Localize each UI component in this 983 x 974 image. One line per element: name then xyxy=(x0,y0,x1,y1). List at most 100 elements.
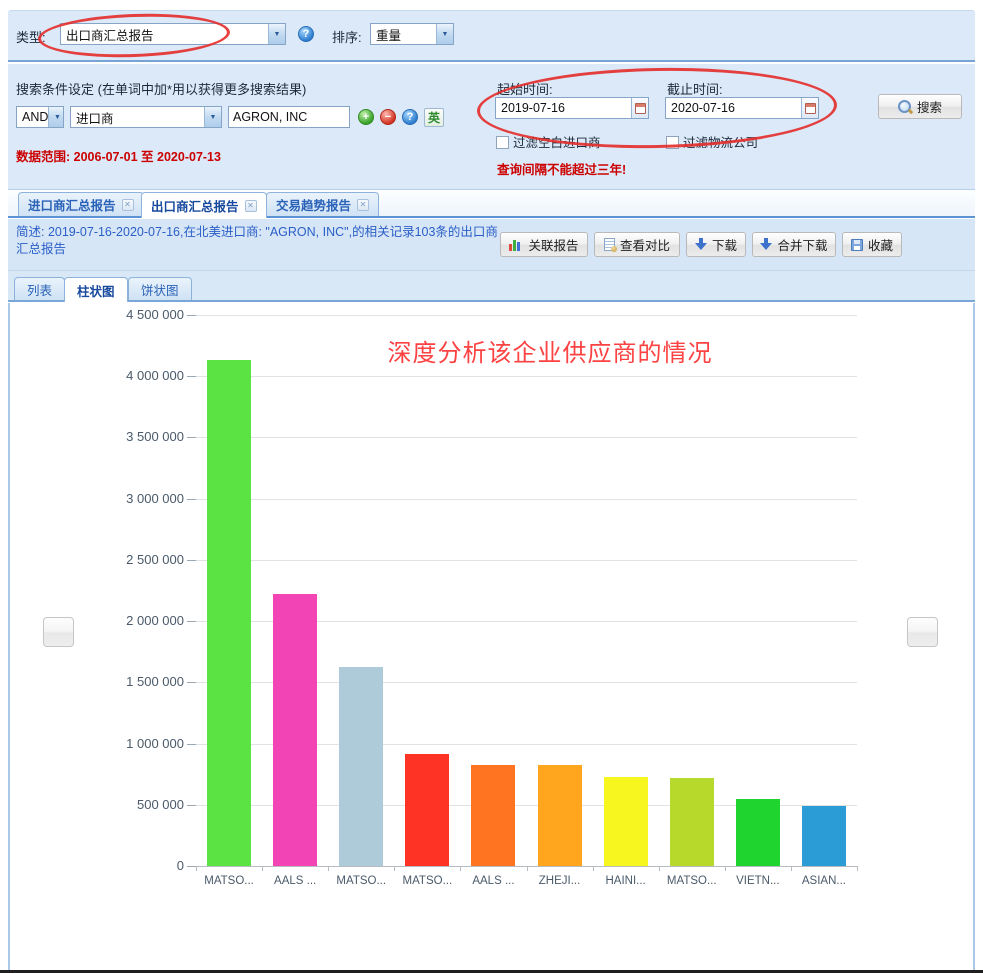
x-axis-label: HAINI... xyxy=(593,875,659,887)
bar-asian[interactable] xyxy=(802,806,846,866)
type-toolbar: 类型: 出口商汇总报告 ▼ ? 排序: 重量 ▼ xyxy=(8,10,975,62)
y-axis-tick xyxy=(187,744,196,745)
type-label: 类型: xyxy=(16,27,46,46)
y-axis-label: 500 000 xyxy=(100,797,184,812)
x-axis-label: MATSO... xyxy=(659,875,725,887)
tab-label: 进口商汇总报告 xyxy=(28,195,116,214)
bottom-divider xyxy=(0,970,983,973)
report-tab-bar: 进口商汇总报告 出口商汇总报告 交易趋势报告 xyxy=(8,190,975,218)
search-field-value: 进口商 xyxy=(71,108,114,127)
y-axis-tick xyxy=(187,437,196,438)
bar-haini[interactable] xyxy=(604,777,648,866)
tab-list-view[interactable]: 列表 xyxy=(14,277,65,300)
filter-logistics-checkbox[interactable] xyxy=(666,136,679,149)
tab-pie-chart-view[interactable]: 饼状图 xyxy=(128,277,192,300)
download-arrow-icon xyxy=(695,238,707,251)
bar-matso[interactable] xyxy=(339,667,383,866)
filter-blank-importer-checkbox[interactable] xyxy=(496,136,509,149)
gridline xyxy=(196,499,857,500)
y-axis-label: 3 000 000 xyxy=(100,491,184,506)
chevron-down-icon[interactable]: ▼ xyxy=(204,107,221,127)
scroll-left-button[interactable] xyxy=(43,617,74,647)
y-axis-tick xyxy=(187,682,196,683)
bar-aals[interactable] xyxy=(471,765,515,866)
type-select[interactable]: 出口商汇总报告 ▼ xyxy=(60,23,286,45)
app-window: 类型: 出口商汇总报告 ▼ ? 排序: 重量 ▼ 搜索条件设定 (在单词中加*用… xyxy=(0,0,983,974)
y-axis-label: 4 000 000 xyxy=(100,368,184,383)
tab-bar-chart-view[interactable]: 柱状图 xyxy=(64,277,128,302)
x-axis-tick xyxy=(725,866,726,871)
x-axis-tick xyxy=(791,866,792,871)
x-axis-tick xyxy=(659,866,660,871)
tab-exporter-summary[interactable]: 出口商汇总报告 xyxy=(141,192,267,218)
remove-condition-icon[interactable]: − xyxy=(380,109,396,125)
related-report-button[interactable]: 关联报告 xyxy=(500,232,588,257)
favorite-button[interactable]: 收藏 xyxy=(842,232,902,257)
tab-label: 列表 xyxy=(27,280,52,299)
close-icon[interactable] xyxy=(357,199,369,211)
bar-matso[interactable] xyxy=(670,778,714,866)
x-axis-label: MATSO... xyxy=(328,875,394,887)
start-time-label: 起始时间: xyxy=(497,79,553,98)
bool-operator-select[interactable]: AND ▼ xyxy=(16,106,64,128)
end-time-label: 截止时间: xyxy=(667,79,723,98)
tab-trade-trend[interactable]: 交易趋势报告 xyxy=(266,192,379,216)
search-field-select[interactable]: 进口商 ▼ xyxy=(70,106,222,128)
x-axis-label: ZHEJI... xyxy=(527,875,593,887)
data-range-text: 数据范围: 2006-07-01 至 2020-07-13 xyxy=(16,146,221,165)
end-date-input[interactable]: 2020-07-16 xyxy=(665,97,819,119)
gridline xyxy=(196,437,857,438)
bar-aals[interactable] xyxy=(273,594,317,866)
keyword-input[interactable] xyxy=(228,106,350,128)
english-toggle-button[interactable]: 英 xyxy=(424,108,444,127)
start-date-input[interactable]: 2019-07-16 xyxy=(495,97,649,119)
bar-vietn[interactable] xyxy=(736,799,780,866)
y-axis-tick xyxy=(187,560,196,561)
gridline xyxy=(196,376,857,377)
calendar-icon[interactable] xyxy=(801,98,818,118)
y-axis-label: 1 500 000 xyxy=(100,674,184,689)
bar-matso[interactable] xyxy=(405,754,449,866)
x-axis-tick xyxy=(394,866,395,871)
chevron-down-icon[interactable]: ▼ xyxy=(48,107,64,127)
search-button[interactable]: 搜索 xyxy=(878,94,962,119)
merge-download-button[interactable]: 合并下载 xyxy=(752,232,836,257)
y-axis-label: 2 500 000 xyxy=(100,552,184,567)
y-axis-tick xyxy=(187,315,196,316)
bar-matso[interactable] xyxy=(207,360,251,866)
gridline xyxy=(196,560,857,561)
calendar-icon[interactable] xyxy=(631,98,648,118)
y-axis-label: 1 000 000 xyxy=(100,736,184,751)
query-interval-warning: 查询间隔不能超过三年! xyxy=(497,159,626,178)
view-tab-bar: 列表 柱状图 饼状图 xyxy=(8,271,975,302)
help-icon[interactable]: ? xyxy=(298,26,314,42)
x-axis-tick xyxy=(593,866,594,871)
y-axis-label: 2 000 000 xyxy=(100,613,184,628)
add-condition-icon[interactable]: + xyxy=(358,109,374,125)
bar-chart-panel: 深度分析该企业供应商的情况 0500 0001 000 0001 500 000… xyxy=(8,303,975,970)
help-icon[interactable]: ? xyxy=(402,109,418,125)
x-axis-tick xyxy=(460,866,461,871)
merge-download-label: 合并下载 xyxy=(777,235,827,254)
x-axis-label: VIETN... xyxy=(725,875,791,887)
chart-title: 深度分析该企业供应商的情况 xyxy=(250,333,850,368)
y-axis-tick xyxy=(187,499,196,500)
search-panel: 搜索条件设定 (在单词中加*用以获得更多搜索结果) AND ▼ 进口商 ▼ + … xyxy=(8,64,975,190)
bar-zheji[interactable] xyxy=(538,765,582,866)
search-section-title: 搜索条件设定 (在单词中加*用以获得更多搜索结果) xyxy=(16,79,306,98)
chevron-down-icon[interactable]: ▼ xyxy=(268,24,285,44)
download-button[interactable]: 下载 xyxy=(686,232,746,257)
sort-select[interactable]: 重量 ▼ xyxy=(370,23,454,45)
summary-bar: 简述: 2019-07-16-2020-07-16,在北美进口商: "AGRON… xyxy=(8,219,975,271)
close-icon[interactable] xyxy=(245,200,257,212)
search-button-label: 搜索 xyxy=(917,97,942,116)
view-compare-button[interactable]: 查看对比 xyxy=(594,232,680,257)
scroll-right-button[interactable] xyxy=(907,617,938,647)
close-icon[interactable] xyxy=(122,199,134,211)
summary-text: 简述: 2019-07-16-2020-07-16,在北美进口商: "AGRON… xyxy=(16,224,498,258)
x-axis-tick xyxy=(262,866,263,871)
chevron-down-icon[interactable]: ▼ xyxy=(436,24,453,44)
y-axis-label: 3 500 000 xyxy=(100,429,184,444)
sort-select-value: 重量 xyxy=(371,25,401,44)
tab-importer-summary[interactable]: 进口商汇总报告 xyxy=(18,192,144,216)
